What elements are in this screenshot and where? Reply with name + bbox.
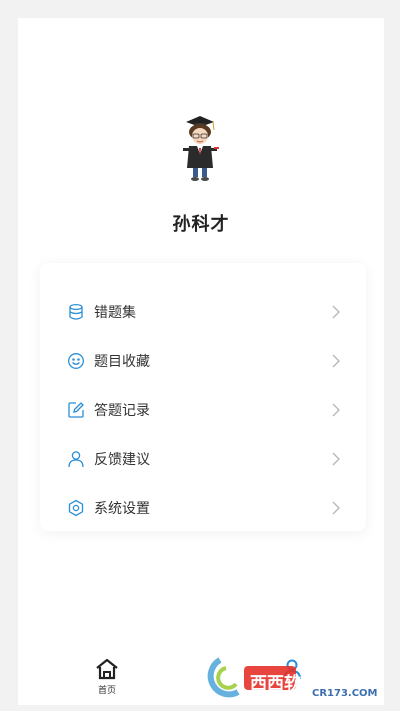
menu-item-label: 题目收藏	[94, 353, 150, 370]
menu-item-label: 错题集	[94, 304, 136, 321]
menu-item-feedback[interactable]: 反馈建议	[40, 434, 366, 483]
chevron-right-icon	[332, 354, 340, 367]
watermark-url: CR173.COM	[312, 688, 378, 699]
chevron-right-icon	[332, 452, 340, 465]
edit-icon	[66, 400, 86, 420]
database-icon	[66, 302, 86, 322]
smile-icon	[66, 351, 86, 371]
menu-item-favorites[interactable]: 题目收藏	[40, 336, 366, 385]
menu-item-settings[interactable]: 系统设置	[40, 483, 366, 532]
chevron-right-icon	[332, 501, 340, 514]
menu-item-answer-records[interactable]: 答题记录	[40, 385, 366, 434]
menu-item-label: 答题记录	[94, 402, 150, 419]
chevron-right-icon	[332, 403, 340, 416]
gear-icon	[66, 498, 86, 518]
user-icon	[66, 449, 86, 469]
tab-home[interactable]: 首页	[77, 658, 137, 705]
menu-item-wrong-questions[interactable]: 错题集	[40, 287, 366, 336]
menu-item-label: 系统设置	[94, 500, 150, 517]
menu-item-label: 反馈建议	[94, 451, 150, 468]
avatar	[183, 116, 219, 181]
menu-list: 错题集 题目收藏 答题记录 反馈建议 系统设置	[40, 263, 366, 531]
home-icon	[96, 658, 118, 680]
watermark: 西西软件园 CR173.COM	[200, 652, 384, 702]
username: 孙科才	[172, 214, 230, 235]
tab-home-label: 首页	[97, 686, 116, 696]
chevron-right-icon	[332, 305, 340, 318]
app-screen: 孙科才 错题集 题目收藏 答题记录 反馈建议 系统设置 首页	[18, 18, 384, 705]
